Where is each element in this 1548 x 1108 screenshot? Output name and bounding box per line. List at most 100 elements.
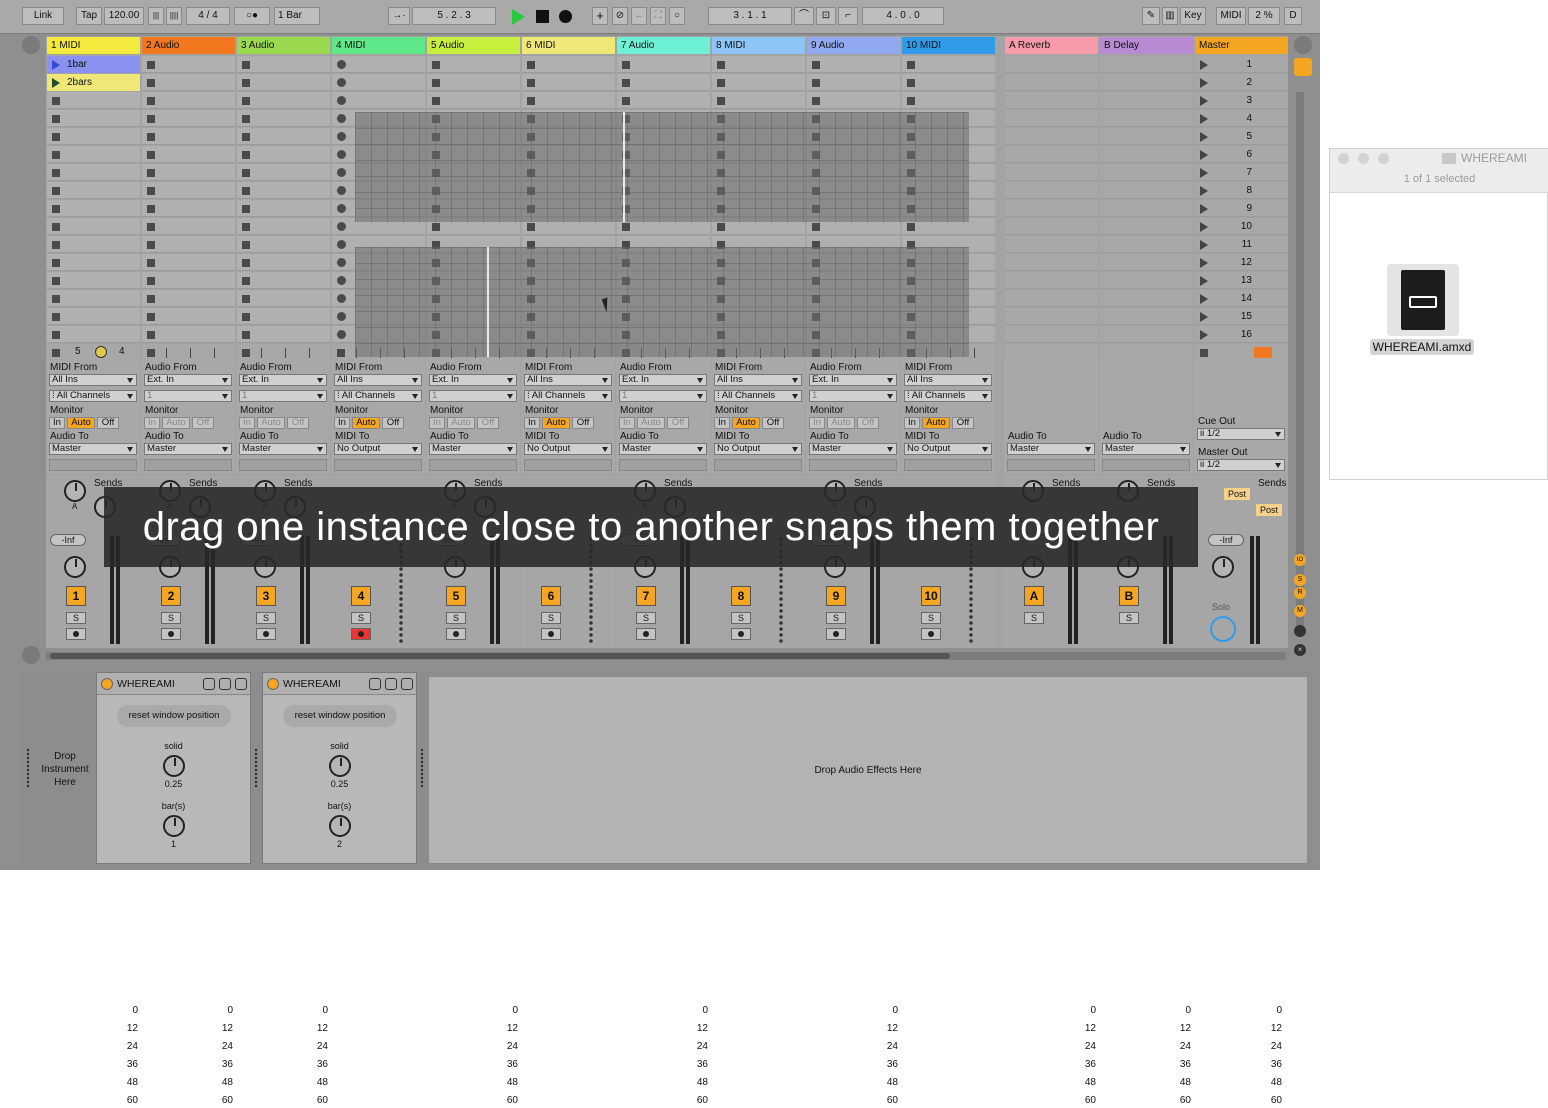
- track-activator-button[interactable]: 9: [826, 586, 846, 606]
- clip-stop-icon[interactable]: [147, 313, 155, 321]
- device-activator-icon[interactable]: [267, 678, 279, 690]
- time-signature-field[interactable]: 4 / 4: [186, 7, 230, 25]
- monitor-in-button[interactable]: In: [619, 417, 635, 429]
- io-toggle-icon[interactable]: IO: [1294, 554, 1306, 566]
- cue-volume-knob[interactable]: [1210, 616, 1236, 642]
- output-select[interactable]: No Output: [524, 443, 612, 455]
- clip-stop-icon[interactable]: [812, 223, 820, 231]
- clip-slot[interactable]: [617, 74, 710, 91]
- clip-slot[interactable]: [47, 326, 140, 343]
- output-select[interactable]: Master: [809, 443, 897, 455]
- detail-toggle-icon[interactable]: [22, 646, 40, 664]
- master-track-header[interactable]: Master: [1195, 37, 1288, 54]
- track-activator-button[interactable]: 1: [66, 586, 86, 606]
- clip-stop-icon[interactable]: [52, 313, 60, 321]
- solo-button[interactable]: S: [921, 612, 941, 624]
- record-arm-icon[interactable]: [337, 96, 346, 105]
- scene-launch-icon[interactable]: [1200, 168, 1208, 178]
- monitor-off-button[interactable]: Off: [477, 417, 499, 429]
- output-select[interactable]: Master: [1102, 443, 1190, 455]
- scene-slot[interactable]: 11: [1195, 236, 1288, 253]
- pan-knob[interactable]: [64, 556, 86, 578]
- clip-slot[interactable]: [142, 290, 235, 307]
- output-select[interactable]: No Output: [904, 443, 992, 455]
- clip-stop-icon[interactable]: [52, 277, 60, 285]
- clip-stop-icon[interactable]: [717, 61, 725, 69]
- track-activator-button[interactable]: 5: [446, 586, 466, 606]
- clip-slot[interactable]: [237, 272, 330, 289]
- scene-launch-icon[interactable]: [1200, 294, 1208, 304]
- track-header[interactable]: 4 MIDI: [332, 37, 425, 54]
- cue-out-select[interactable]: ii 1/2: [1197, 428, 1285, 440]
- clip-slot[interactable]: [142, 254, 235, 271]
- clip-slot[interactable]: [142, 182, 235, 199]
- pan-knob[interactable]: [1212, 556, 1234, 578]
- clip-stop-icon[interactable]: [242, 313, 250, 321]
- back-to-arrangement-icon[interactable]: ←: [631, 7, 647, 25]
- input-channel-select[interactable]: 1: [144, 390, 232, 402]
- record-arm-icon[interactable]: [337, 258, 346, 267]
- solid-knob[interactable]: [163, 755, 185, 777]
- monitor-in-button[interactable]: In: [524, 417, 540, 429]
- record-arm-icon[interactable]: [337, 60, 346, 69]
- punch-in-icon[interactable]: ⌒: [794, 7, 814, 25]
- record-arm-icon[interactable]: [337, 150, 346, 159]
- clip-slot[interactable]: [47, 128, 140, 145]
- punch-out-icon[interactable]: ⌐: [838, 7, 858, 25]
- stop-clips-icon[interactable]: [147, 349, 155, 357]
- clip-stop-icon[interactable]: [907, 79, 915, 87]
- save-icon[interactable]: [401, 678, 413, 690]
- scene-launch-icon[interactable]: [1200, 330, 1208, 340]
- clip-stop-icon[interactable]: [52, 223, 60, 231]
- minimize-button-icon[interactable]: [1358, 153, 1369, 164]
- scene-slot[interactable]: 5: [1195, 128, 1288, 145]
- drag-handle-icon[interactable]: [420, 748, 424, 788]
- clip-slot[interactable]: [902, 74, 995, 91]
- clip-slot[interactable]: [237, 218, 330, 235]
- clip-stop-icon[interactable]: [242, 115, 250, 123]
- clip-slot[interactable]: [712, 56, 805, 73]
- output-select[interactable]: Master: [429, 443, 517, 455]
- record-arm-icon[interactable]: [337, 294, 346, 303]
- whereami-device[interactable]: WHEREAMI reset window position solid 0.25 ba…: [262, 672, 417, 864]
- midi-map-button[interactable]: MIDI: [1216, 7, 1246, 25]
- drag-handle-icon[interactable]: [254, 748, 258, 788]
- solo-button[interactable]: S: [161, 612, 181, 624]
- output-select[interactable]: Master: [1007, 443, 1095, 455]
- monitor-auto-button[interactable]: Auto: [827, 417, 855, 429]
- clip-slot[interactable]: [902, 92, 995, 109]
- record-arm-icon[interactable]: [337, 312, 346, 321]
- clip-stop-icon[interactable]: [52, 133, 60, 141]
- clip-stop-icon[interactable]: [622, 79, 630, 87]
- bars-knob[interactable]: [329, 815, 351, 837]
- record-arm-icon[interactable]: [337, 240, 346, 249]
- clip-slot[interactable]: [237, 146, 330, 163]
- close-button-icon[interactable]: [1338, 153, 1349, 164]
- input-type-select[interactable]: Ext. In: [144, 374, 232, 386]
- clip-slot[interactable]: [237, 182, 330, 199]
- stop-clips-icon[interactable]: [242, 349, 250, 357]
- clip-stop-icon[interactable]: [147, 205, 155, 213]
- track-activator-button[interactable]: 7: [636, 586, 656, 606]
- clip-slot[interactable]: [332, 74, 425, 91]
- scene-slot[interactable]: 4: [1195, 110, 1288, 127]
- volume-field[interactable]: -Inf: [1208, 534, 1244, 546]
- clip-stop-icon[interactable]: [432, 97, 440, 105]
- clip-slot[interactable]: [142, 56, 235, 73]
- clip-stop-icon[interactable]: [52, 169, 60, 177]
- metronome-icon[interactable]: ○●: [234, 7, 270, 25]
- input-type-select[interactable]: All Ins: [524, 374, 612, 386]
- clip-slot[interactable]: [47, 290, 140, 307]
- clip-stop-icon[interactable]: [242, 133, 250, 141]
- horizontal-scrollbar[interactable]: [46, 652, 1286, 660]
- record-arm-icon[interactable]: [337, 78, 346, 87]
- arm-button[interactable]: [731, 628, 751, 640]
- monitor-off-button[interactable]: Off: [667, 417, 689, 429]
- input-channel-select[interactable]: ⁞ All Channels: [334, 390, 422, 402]
- record-arm-icon[interactable]: [337, 276, 346, 285]
- clip-stop-icon[interactable]: [147, 169, 155, 177]
- clip-slot[interactable]: [237, 200, 330, 217]
- clip-stop-icon[interactable]: [52, 187, 60, 195]
- clip-stop-icon[interactable]: [52, 331, 60, 339]
- track-activator-button[interactable]: 2: [161, 586, 181, 606]
